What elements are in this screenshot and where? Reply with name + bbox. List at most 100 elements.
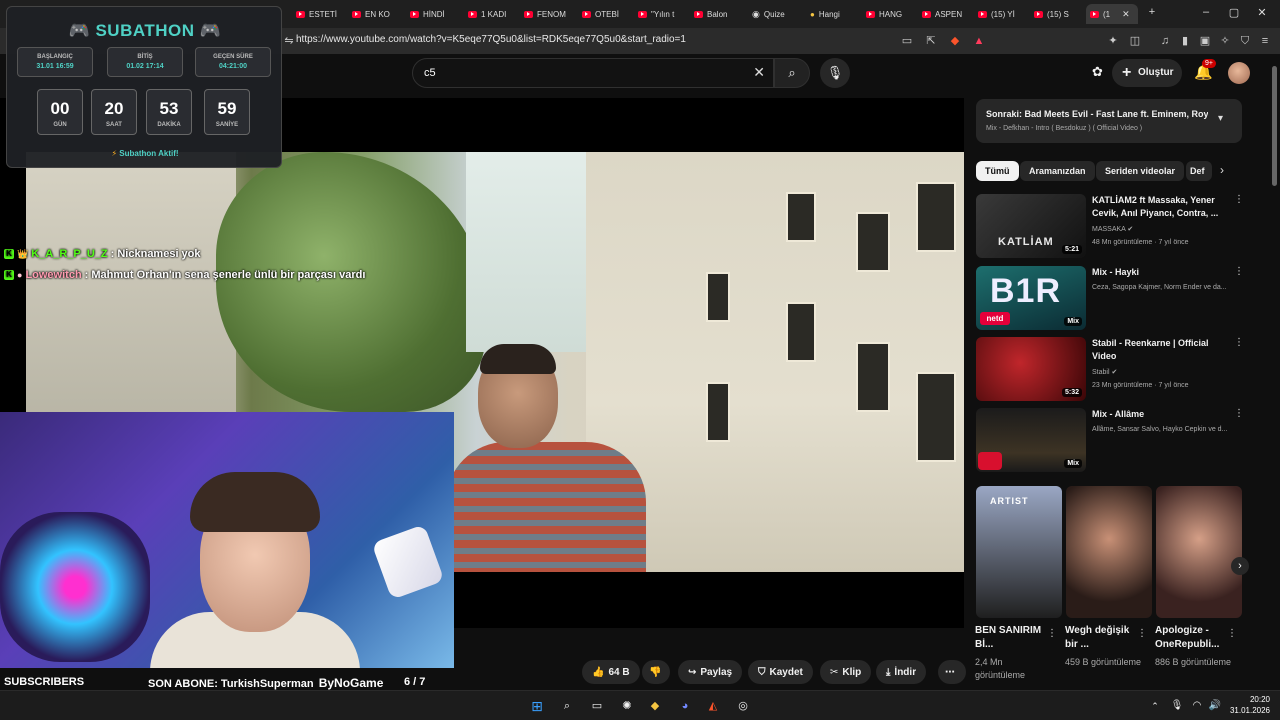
cast-settings-icon[interactable]: ✿ [1092, 64, 1103, 80]
screenshot-icon[interactable]: ◫ [1128, 34, 1142, 48]
clear-search-icon[interactable]: ✕ [753, 64, 765, 81]
browser-tab[interactable]: (15) Yİ [974, 4, 1026, 24]
recommendation-item[interactable]: B1R netd Mix Mix - Hayki Ceza, Sagopa Ka… [976, 266, 1244, 332]
clip-button[interactable]: ✂ Klip [820, 660, 872, 684]
more-vert-icon[interactable]: ⋮ [1047, 628, 1057, 639]
chip-series[interactable]: Seriden videolar [1096, 161, 1185, 181]
dislike-button[interactable]: 👎 [642, 660, 670, 684]
url-field[interactable]: https://www.youtube.com/watch?v=K5eqe77Q… [296, 34, 686, 45]
discord-icon[interactable]: ◕ [676, 697, 694, 715]
browser-tab[interactable]: FENOM [520, 4, 572, 24]
browser-tab[interactable]: "Yılın t [634, 4, 686, 24]
site-info-icon[interactable]: ⇋ [282, 34, 296, 48]
close-window-icon[interactable]: ✕ [1254, 6, 1270, 19]
more-vert-icon[interactable]: ⋮ [1227, 628, 1237, 639]
more-vert-icon[interactable]: ⋮ [1234, 408, 1244, 419]
video-thumbnail[interactable]: Mix [976, 408, 1086, 472]
short-title[interactable]: BEN SANIRIM Bİ... [975, 624, 1047, 652]
download-button[interactable]: ⤓ İndir [876, 660, 927, 684]
music-icon[interactable]: ♫ [1158, 34, 1172, 48]
short-title[interactable]: Wegh değişik bir ... [1065, 624, 1137, 652]
minimize-icon[interactable]: – [1198, 6, 1214, 18]
rec-title[interactable]: KATLİAM2 ft Massaka, Yener Cevik, Anıl P… [1092, 194, 1230, 220]
recommendation-item[interactable]: 5:32 Stabil - Reenkarne | Official Video… [976, 337, 1244, 403]
rec-title[interactable]: Mix - Hayki [1092, 266, 1230, 279]
create-button[interactable]: + Oluştur [1112, 59, 1182, 87]
short-thumbnail[interactable] [1066, 486, 1152, 618]
recommendation-item[interactable]: KATLİAM 5:21 KATLİAM2 ft Massaka, Yener … [976, 194, 1244, 260]
task-view-icon[interactable]: ▭ [588, 697, 606, 715]
leo-icon[interactable]: ✧ [1218, 34, 1232, 48]
tray-expand-icon[interactable]: ⌃ [1146, 697, 1164, 715]
browser-tab[interactable]: (15) S [1030, 4, 1082, 24]
browser-tab[interactable]: ◉ Quize [748, 4, 800, 24]
browser-tab[interactable]: HİNDİ [406, 4, 458, 24]
video-thumbnail[interactable]: KATLİAM 5:21 [976, 194, 1086, 258]
short-thumbnail[interactable] [1156, 486, 1242, 618]
mic-icon[interactable]: 🎙 [1168, 697, 1186, 715]
cast-icon[interactable]: ▭ [900, 34, 914, 48]
rec-channel[interactable]: Stabil ✔ [1092, 367, 1232, 378]
chip-all[interactable]: Tümü [976, 161, 1019, 181]
search-box[interactable]: c5 ✕ [412, 58, 774, 88]
search-button[interactable]: ⌕ [774, 58, 810, 88]
more-actions-button[interactable]: ⋯ [938, 660, 966, 684]
maximize-icon[interactable]: ▢ [1226, 6, 1242, 19]
shorts-next-icon[interactable]: › [1231, 557, 1249, 575]
like-button[interactable]: 👍 64 B [582, 660, 640, 684]
browser-tab[interactable]: 1 KADI [464, 4, 516, 24]
app-icon[interactable]: ◆ [646, 697, 664, 715]
browser-tab[interactable]: EN KO [348, 4, 400, 24]
browser-tab[interactable]: OTEBİ [578, 4, 630, 24]
menu-icon[interactable]: ≡ [1258, 34, 1272, 48]
chatgpt-icon[interactable]: ✺ [618, 697, 636, 715]
clock-time[interactable]: 20:20 [1246, 695, 1270, 704]
chevron-down-icon[interactable]: ▾ [1218, 113, 1223, 124]
search-input[interactable]: c5 [424, 67, 436, 79]
save-button[interactable]: ⛉ Kaydet [748, 660, 813, 684]
browser-tab[interactable]: ESTETİ [292, 4, 344, 24]
chip-defkhan[interactable]: Def [1186, 161, 1212, 181]
voice-search-button[interactable]: 🎙 [820, 58, 850, 88]
vpn-icon[interactable]: ⛉ [1238, 34, 1252, 48]
video-thumbnail[interactable]: 5:32 [976, 337, 1086, 401]
browser-tab-active[interactable]: (1 ✕ [1086, 4, 1138, 24]
sidebar-icon[interactable]: ▮ [1178, 34, 1192, 48]
more-vert-icon[interactable]: ⋮ [1234, 337, 1244, 348]
rec-title[interactable]: Stabil - Reenkarne | Official Video [1092, 337, 1230, 363]
share-icon[interactable]: ⇱ [924, 34, 938, 48]
more-vert-icon[interactable]: ⋮ [1137, 628, 1147, 639]
wifi-icon[interactable]: ◠ [1188, 697, 1206, 715]
obs-icon[interactable]: ◎ [734, 697, 752, 715]
windows-start-icon[interactable]: ⊞ [528, 697, 546, 715]
up-next-panel[interactable]: Sonraki: Bad Meets Evil - Fast Lane ft. … [976, 99, 1242, 143]
clock-date[interactable]: 31.01.2026 [1226, 706, 1270, 715]
chevron-right-icon[interactable]: › [1220, 163, 1224, 177]
avatar[interactable] [1228, 62, 1250, 84]
browser-tab[interactable]: Balon [690, 4, 742, 24]
brave-icon[interactable]: ◭ [704, 697, 722, 715]
browser-tab[interactable]: ● Hangi [806, 4, 858, 24]
short-thumbnail[interactable]: ARTIST [976, 486, 1062, 618]
more-vert-icon[interactable]: ⋮ [1234, 266, 1244, 277]
chip-from-search[interactable]: Aramanızdan [1020, 161, 1095, 181]
volume-icon[interactable]: 🔊 [1206, 697, 1224, 715]
new-tab-icon[interactable]: + [1144, 6, 1160, 18]
brave-shield-icon[interactable]: ◆ [948, 34, 962, 48]
close-tab-icon[interactable]: ✕ [1122, 9, 1130, 20]
more-vert-icon[interactable]: ⋮ [1234, 194, 1244, 205]
thumbs-down-icon: 👎 [649, 666, 662, 678]
page-scrollbar[interactable] [1272, 66, 1277, 186]
browser-tab[interactable]: HANG [862, 4, 914, 24]
video-thumbnail[interactable]: B1R netd Mix [976, 266, 1086, 330]
brave-rewards-icon[interactable]: ▲ [972, 34, 986, 48]
browser-tab[interactable]: ASPEN [918, 4, 970, 24]
search-icon[interactable]: ⌕ [558, 697, 576, 715]
rec-channel[interactable]: MASSAKA ✔ [1092, 224, 1232, 235]
recommendation-item[interactable]: Mix Mix - Allâme Allâme, Sansar Salvo, H… [976, 408, 1244, 474]
extensions-icon[interactable]: ✦ [1106, 34, 1120, 48]
rec-title[interactable]: Mix - Allâme [1092, 408, 1230, 421]
wallet-icon[interactable]: ▣ [1198, 34, 1212, 48]
share-button[interactable]: ↪ Paylaş [678, 660, 743, 684]
short-title[interactable]: Apologize - OneRepubli... [1155, 624, 1227, 652]
